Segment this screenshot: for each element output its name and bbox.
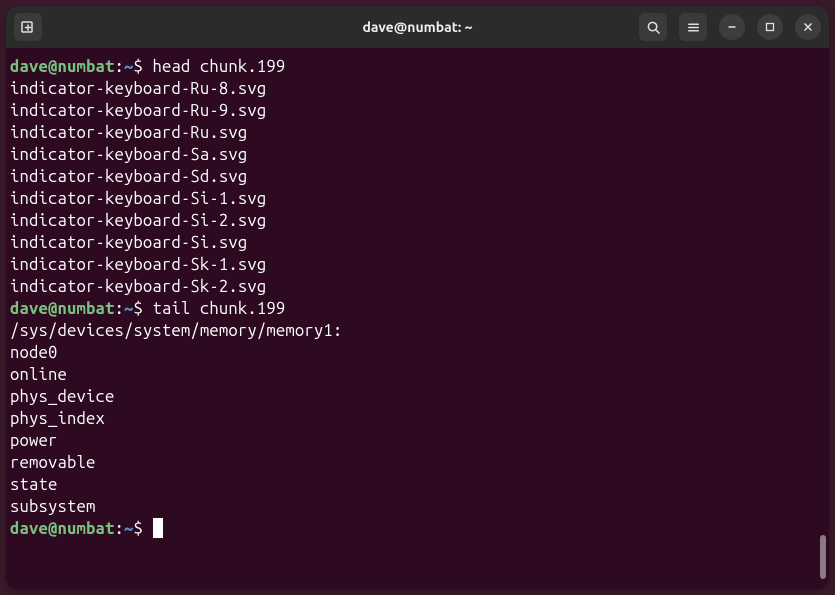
titlebar: dave@numbat: ~: [6, 6, 829, 48]
window-title: dave@numbat: ~: [362, 19, 472, 35]
output-line: indicator-keyboard-Ru.svg: [10, 122, 825, 144]
output-line: phys_index: [10, 408, 825, 430]
output-line: indicator-keyboard-Sk-2.svg: [10, 276, 825, 298]
close-icon: [803, 22, 813, 32]
scrollbar-thumb[interactable]: [820, 535, 826, 579]
maximize-icon: [765, 22, 775, 32]
new-tab-button[interactable]: [14, 13, 42, 41]
output-line: removable: [10, 452, 825, 474]
output-line: indicator-keyboard-Ru-9.svg: [10, 100, 825, 122]
prompt-line: dave@numbat:~$ tail chunk.199: [10, 298, 825, 320]
prompt-user-host: dave@numbat: [10, 299, 114, 318]
output-line: indicator-keyboard-Si.svg: [10, 232, 825, 254]
output-line: power: [10, 430, 825, 452]
output-line: node0: [10, 342, 825, 364]
prompt-line: dave@numbat:~$ head chunk.199: [10, 56, 825, 78]
search-button[interactable]: [639, 13, 667, 41]
output-line: phys_device: [10, 386, 825, 408]
output-line: /sys/devices/system/memory/memory1:: [10, 320, 825, 342]
terminal-body[interactable]: dave@numbat:~$ head chunk.199 indicator-…: [6, 48, 829, 589]
minimize-button[interactable]: [719, 14, 745, 40]
output-line: indicator-keyboard-Ru-8.svg: [10, 78, 825, 100]
prompt-user-host: dave@numbat: [10, 519, 114, 538]
output-line: subsystem: [10, 496, 825, 518]
new-tab-icon: [20, 19, 36, 35]
prompt-user-host: dave@numbat: [10, 57, 114, 76]
output-line: indicator-keyboard-Si-1.svg: [10, 188, 825, 210]
output-line: indicator-keyboard-Sk-1.svg: [10, 254, 825, 276]
output-line: indicator-keyboard-Sa.svg: [10, 144, 825, 166]
command-text: tail chunk.199: [143, 299, 285, 318]
output-line: indicator-keyboard-Si-2.svg: [10, 210, 825, 232]
close-button[interactable]: [795, 14, 821, 40]
output-line: state: [10, 474, 825, 496]
menu-button[interactable]: [679, 13, 707, 41]
command-text: head chunk.199: [143, 57, 285, 76]
terminal-window: dave@numbat: ~: [6, 6, 829, 589]
output-line: online: [10, 364, 825, 386]
maximize-button[interactable]: [757, 14, 783, 40]
minimize-icon: [727, 22, 737, 32]
search-icon: [646, 20, 661, 35]
output-line: indicator-keyboard-Sd.svg: [10, 166, 825, 188]
hamburger-icon: [686, 20, 701, 35]
cursor: [153, 518, 163, 538]
prompt-line-active: dave@numbat:~$: [10, 518, 825, 540]
